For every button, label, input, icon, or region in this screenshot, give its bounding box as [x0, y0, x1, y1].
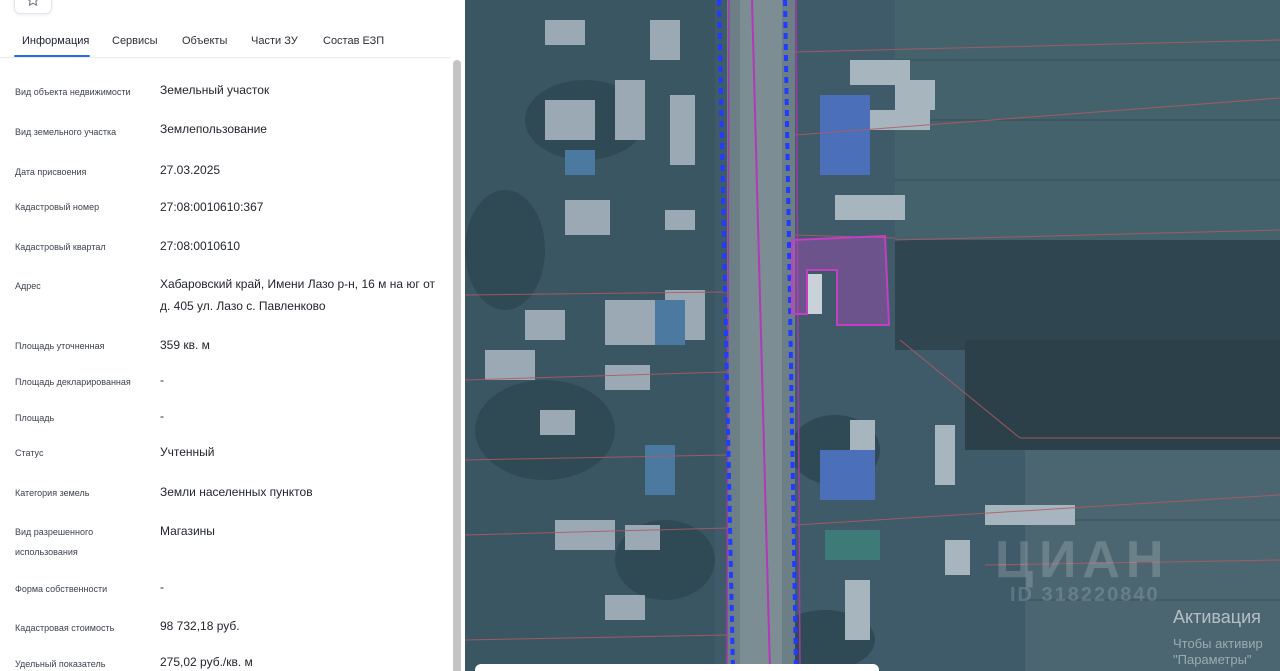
info-panel: Информация Сервисы Объекты Части ЗУ Сост… [0, 0, 465, 671]
field-value: - [160, 580, 164, 594]
field-value: Землепользование [160, 122, 267, 136]
tab-services[interactable]: Сервисы [112, 34, 158, 48]
field-label: Адрес [15, 281, 41, 291]
tab-parcel-parts[interactable]: Части ЗУ [251, 34, 298, 48]
field-label: Вид объекта недвижимости [15, 87, 131, 97]
os-activation-line-1: Чтобы активир [1173, 636, 1263, 651]
star-icon [28, 0, 38, 6]
field-value: Хабаровский край, Имени Лазо р-н, 16 м н… [160, 277, 435, 313]
selected-parcel [791, 234, 891, 326]
watermark-id: ID 318220840 [1010, 584, 1160, 606]
field-value: 359 кв. м [160, 338, 210, 352]
field-value: - [160, 409, 164, 423]
field-label: Кадастровый номер [15, 202, 100, 212]
watermark: ЦИАН [995, 531, 1170, 589]
field-label: Категория земель [15, 488, 90, 498]
satellite-map[interactable]: ЦИАН ID 318220840 Активация Чтобы активи… [465, 0, 1280, 671]
field-label: Площадь уточненная [15, 341, 105, 351]
field-label: Форма собственности [15, 584, 108, 594]
field-label: Статус [15, 448, 44, 458]
tab-bar: Информация Сервисы Объекты Части ЗУ Сост… [0, 24, 450, 58]
field-label: Вид разрешенного использования [15, 527, 94, 557]
field-label: Площадь декларированная [15, 377, 131, 387]
os-activation-title: Активация [1173, 607, 1261, 627]
field-label: Вид земельного участка [15, 127, 117, 137]
field-value: 27.03.2025 [160, 163, 221, 177]
scrollbar-thumb[interactable] [453, 60, 461, 671]
field-value: 27:08:0010610 [160, 239, 241, 253]
field-value: Земельный участок [160, 83, 270, 97]
field-value: Магазины [160, 524, 215, 538]
field-value: Учтенный [160, 445, 215, 459]
field-value: 27:08:0010610:367 [160, 200, 264, 214]
field-label: Кадастровый квартал [15, 242, 106, 252]
field-label: Кадастровая стоимость [15, 623, 115, 633]
os-activation-text: Чтобы активир "Параметры" [1173, 636, 1263, 668]
map-bottom-card[interactable] [475, 664, 879, 671]
field-label: Дата присвоения [15, 167, 87, 177]
field-label: Удельный показатель [15, 659, 106, 669]
field-value: 275,02 руб./кв. м [160, 655, 253, 669]
field-label: Площадь [15, 413, 55, 423]
favorite-button[interactable] [14, 0, 52, 14]
field-value: 98 732,18 руб. [160, 619, 240, 633]
os-activation-line-2: "Параметры" [1173, 652, 1252, 667]
active-tab-indicator [14, 55, 90, 57]
field-value: Земли населенных пунктов [160, 485, 313, 499]
field-value: - [160, 373, 164, 387]
tab-objects[interactable]: Объекты [182, 34, 227, 48]
tab-ezp-composition[interactable]: Состав ЕЗП [323, 34, 384, 48]
tab-information[interactable]: Информация [22, 34, 89, 48]
